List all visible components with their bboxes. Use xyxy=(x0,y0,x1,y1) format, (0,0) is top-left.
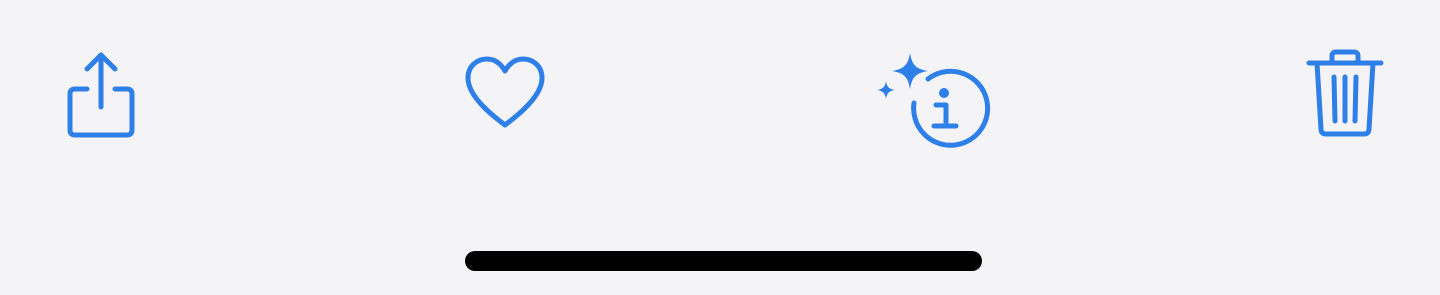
heart-icon xyxy=(465,56,545,128)
sparkle-info-icon xyxy=(877,53,991,148)
share-button[interactable] xyxy=(36,28,166,158)
share-icon xyxy=(67,52,135,138)
delete-button[interactable] xyxy=(1280,28,1410,158)
favorite-button[interactable] xyxy=(440,28,570,158)
bottom-toolbar xyxy=(0,0,1440,180)
trash-icon xyxy=(1306,49,1384,137)
home-indicator[interactable] xyxy=(465,251,982,271)
visual-lookup-info-button[interactable] xyxy=(862,28,992,158)
